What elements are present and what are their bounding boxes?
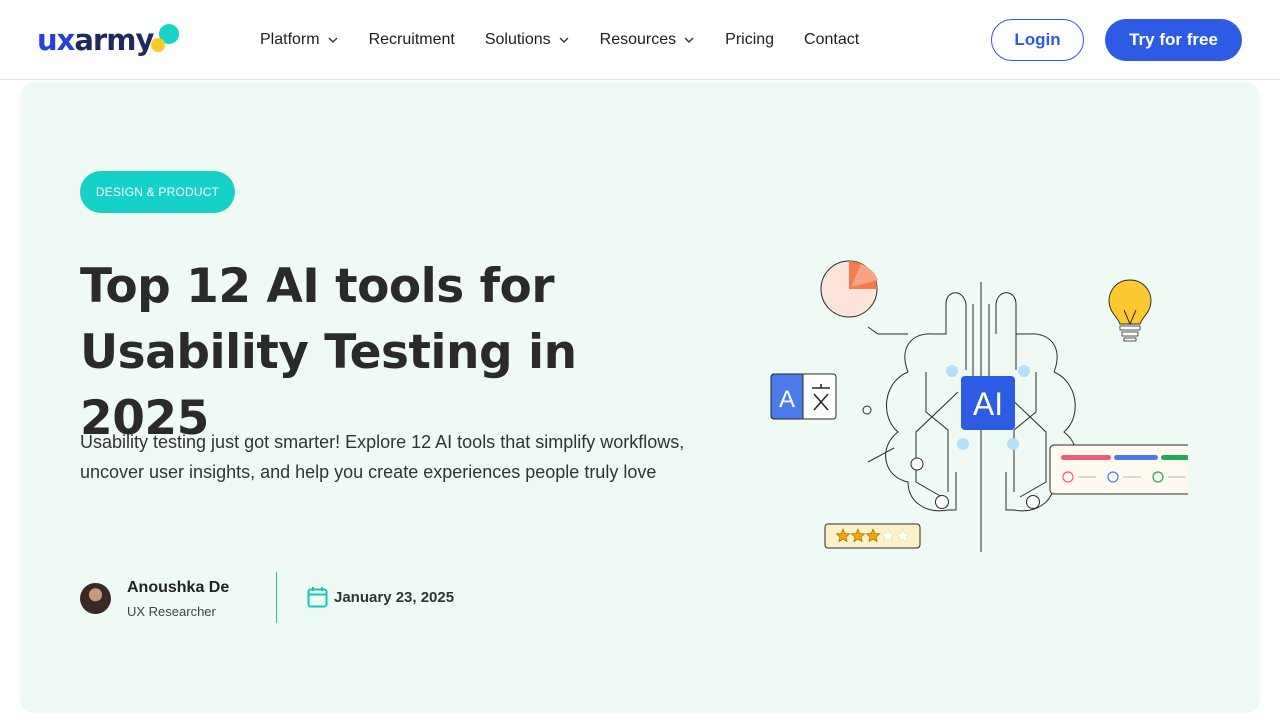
category-badge[interactable]: DESIGN & PRODUCT xyxy=(80,171,235,213)
hero-section: DESIGN & PRODUCT Top 12 AI tools for Usa… xyxy=(20,82,1260,713)
chevron-down-icon xyxy=(558,34,570,46)
rating-card xyxy=(824,523,921,549)
avatar xyxy=(80,582,111,614)
publish-date-text: January 23, 2025 xyxy=(334,588,455,606)
publish-date: January 23, 2025 xyxy=(307,585,454,609)
site-header: uxarmy Platform Recruitment Solutions Re… xyxy=(0,0,1280,80)
main-nav: Platform Recruitment Solutions Resources… xyxy=(260,0,889,80)
feedback-card xyxy=(1049,444,1188,495)
logo-dots-icon xyxy=(151,22,187,58)
nav-item-contact[interactable]: Contact xyxy=(804,31,859,49)
logo-wordmark: uxarmy xyxy=(37,23,154,57)
nav-item-resources[interactable]: Resources xyxy=(600,31,695,49)
translate-icon: A xyxy=(770,373,837,420)
author-name[interactable]: Anoushka De xyxy=(127,578,229,598)
nav-item-solutions[interactable]: Solutions xyxy=(485,31,570,49)
try-for-free-button[interactable]: Try for free xyxy=(1105,19,1242,61)
calendar-icon xyxy=(307,587,328,608)
ai-chip-label: AI xyxy=(973,386,1003,422)
login-button[interactable]: Login xyxy=(991,19,1084,61)
author-role: UX Researcher xyxy=(127,603,216,619)
pie-chart-icon xyxy=(820,260,878,318)
uxarmy-logo[interactable]: uxarmy xyxy=(37,22,187,58)
author-info: Anoushka De UX Researcher xyxy=(127,578,229,619)
chevron-down-icon xyxy=(683,34,695,46)
nav-item-pricing[interactable]: Pricing xyxy=(725,31,774,49)
page-title: Top 12 AI tools for Usability Testing in… xyxy=(80,259,577,446)
author-divider xyxy=(276,572,277,623)
ai-brain-illustration: AI A xyxy=(770,260,1188,552)
chevron-down-icon xyxy=(327,34,339,46)
nav-item-platform[interactable]: Platform xyxy=(260,31,339,49)
page-subtitle: Usability testing just got smarter! Expl… xyxy=(80,432,685,482)
author-block: Anoushka De UX Researcher xyxy=(80,572,229,624)
lightbulb-icon xyxy=(1108,279,1152,342)
nav-item-recruitment[interactable]: Recruitment xyxy=(369,31,455,49)
translate-glyph: A xyxy=(779,386,795,413)
